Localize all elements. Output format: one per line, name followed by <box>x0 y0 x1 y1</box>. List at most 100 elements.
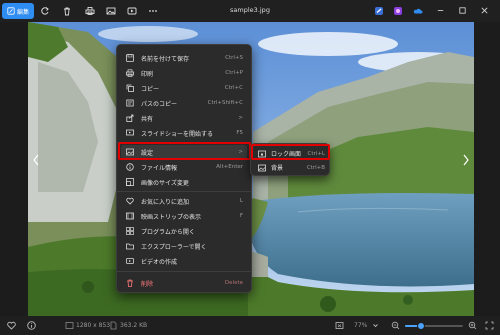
zoom-slider-handle[interactable] <box>417 322 426 330</box>
menu-item-label: ビデオの作成 <box>141 258 178 266</box>
menu-item-label: コピー <box>141 85 160 93</box>
menu-item-create-video[interactable]: ビデオの作成 <box>121 254 247 268</box>
zoom-in-button[interactable] <box>467 320 478 331</box>
fit-window-icon <box>335 322 344 329</box>
resize-icon <box>125 177 135 187</box>
favorite-button[interactable] <box>6 320 17 331</box>
menu-separator <box>117 142 251 143</box>
trash-icon <box>64 7 70 16</box>
menu-item-shortcut: Ctrl+C <box>224 85 243 91</box>
menu-item-copy[interactable]: コピー Ctrl+C <box>121 81 247 95</box>
edit-image-icon <box>7 7 15 15</box>
filmstrip-icon <box>125 211 135 221</box>
menu-item-add-favorite[interactable]: お気に入りに追加 L <box>121 194 247 208</box>
slideshow-icon <box>125 128 135 138</box>
close-button[interactable] <box>478 4 490 16</box>
zoom-dropdown-button[interactable] <box>370 320 381 331</box>
window-title: sample3.jpg <box>230 6 270 14</box>
submenu-item-shortcut: Ctrl+B <box>306 164 325 171</box>
fit-window-button[interactable] <box>334 320 345 331</box>
fullscreen-icon <box>485 321 494 330</box>
submenu-item-label: 背景 <box>271 165 284 172</box>
rotate-button[interactable] <box>38 3 52 19</box>
menu-item-label: 映画ストリップの表示 <box>141 213 202 221</box>
trash-icon <box>125 278 135 288</box>
more-button[interactable] <box>146 3 160 19</box>
image-dimensions: 1280 x 853 <box>76 322 111 329</box>
chevron-left-icon <box>33 154 39 166</box>
submenu-item-shortcut: Ctrl+L <box>307 150 325 157</box>
menu-item-file-info[interactable]: ファイル情報 Alt+Enter <box>121 160 247 174</box>
onedrive-button[interactable] <box>411 3 425 19</box>
menu-item-copy-path[interactable]: パスのコピー Ctrl+Shift+C <box>121 96 247 110</box>
previous-image-button[interactable] <box>30 150 42 170</box>
menu-item-open-with[interactable]: プログラムから開く <box>121 224 247 238</box>
maximize-button[interactable] <box>456 4 468 16</box>
menu-item-label: 共有 <box>141 115 154 123</box>
maximize-icon <box>458 6 466 14</box>
minimize-button[interactable] <box>434 4 446 16</box>
dimensions-icon <box>64 320 75 331</box>
menu-item-save-as[interactable]: 名前を付けて保存 Ctrl+S <box>121 51 247 65</box>
menu-item-shortcut: Ctrl+Shift+C <box>207 100 243 106</box>
video-button[interactable] <box>125 3 139 19</box>
title-bar: 編集 sample3.jpg <box>0 0 500 22</box>
heart-icon <box>7 321 16 330</box>
clipchamp-icon <box>375 7 383 15</box>
next-image-button[interactable] <box>460 150 472 170</box>
chevron-right-icon: > <box>238 149 243 155</box>
background-icon <box>257 163 267 173</box>
designer-button[interactable] <box>391 3 405 19</box>
menu-item-label: 名前を付けて保存 <box>141 55 190 63</box>
chevron-down-icon <box>373 324 378 328</box>
menu-item-print[interactable]: 印刷 Ctrl+P <box>121 66 247 80</box>
info-button[interactable] <box>26 320 37 331</box>
edit-button[interactable]: 編集 <box>2 3 34 19</box>
share-icon <box>125 113 135 123</box>
menu-separator <box>117 191 251 192</box>
lock-screen-icon <box>257 149 267 159</box>
save-as-icon <box>125 53 135 63</box>
video-icon <box>127 7 137 15</box>
zoom-in-icon <box>468 321 477 330</box>
edit-button-label: 編集 <box>16 8 29 16</box>
menu-item-share[interactable]: 共有 > <box>121 111 247 125</box>
menu-item-set-as[interactable]: 設定 > <box>121 145 247 159</box>
more-icon <box>149 10 157 12</box>
menu-item-label: 設定 <box>141 149 154 157</box>
menu-item-shortcut: F5 <box>236 130 243 136</box>
menu-item-shortcut: Alt+Enter <box>216 164 243 170</box>
clipchamp-button[interactable] <box>372 3 386 19</box>
print-icon <box>125 68 135 78</box>
gallery-icon <box>106 7 116 15</box>
print-button[interactable] <box>83 3 97 19</box>
chevron-right-icon <box>463 154 469 166</box>
menu-item-shortcut: L <box>239 198 243 204</box>
onedrive-icon <box>413 8 423 14</box>
menu-item-resize[interactable]: 画像のサイズ変更 <box>121 175 247 189</box>
copy-path-icon <box>125 98 135 108</box>
menu-item-slideshow[interactable]: スライドショーを開始する F5 <box>121 126 247 140</box>
menu-item-shortcut: Ctrl+S <box>225 55 243 61</box>
menu-item-filmstrip[interactable]: 映画ストリップの表示 F <box>121 209 247 223</box>
status-bar: 1280 x 853 363.2 KB 77% <box>0 316 500 335</box>
gallery-button[interactable] <box>104 3 118 19</box>
menu-item-delete[interactable]: 削除 Delete <box>121 276 247 290</box>
zoom-slider[interactable] <box>405 322 463 330</box>
zoom-level[interactable]: 77% <box>354 322 367 329</box>
folder-icon <box>125 241 135 251</box>
delete-button[interactable] <box>60 3 74 19</box>
chevron-right-icon: > <box>238 115 243 121</box>
menu-item-label: ファイル情報 <box>141 164 178 172</box>
print-icon <box>85 7 95 15</box>
submenu-item-lock-screen[interactable]: ロック画面 Ctrl+L <box>254 147 327 160</box>
menu-item-open-explorer[interactable]: エクスプローラーで開く <box>121 239 247 253</box>
copy-icon <box>125 83 135 93</box>
context-menu: 名前を付けて保存 Ctrl+S 印刷 Ctrl+P コピー Ctrl+C パスの… <box>116 44 252 293</box>
submenu-item-background[interactable]: 背景 Ctrl+B <box>254 161 327 174</box>
menu-item-shortcut: F <box>239 213 243 219</box>
fullscreen-button[interactable] <box>484 320 495 331</box>
file-size-icon <box>108 320 119 331</box>
zoom-out-button[interactable] <box>390 320 401 331</box>
designer-icon <box>394 7 402 15</box>
